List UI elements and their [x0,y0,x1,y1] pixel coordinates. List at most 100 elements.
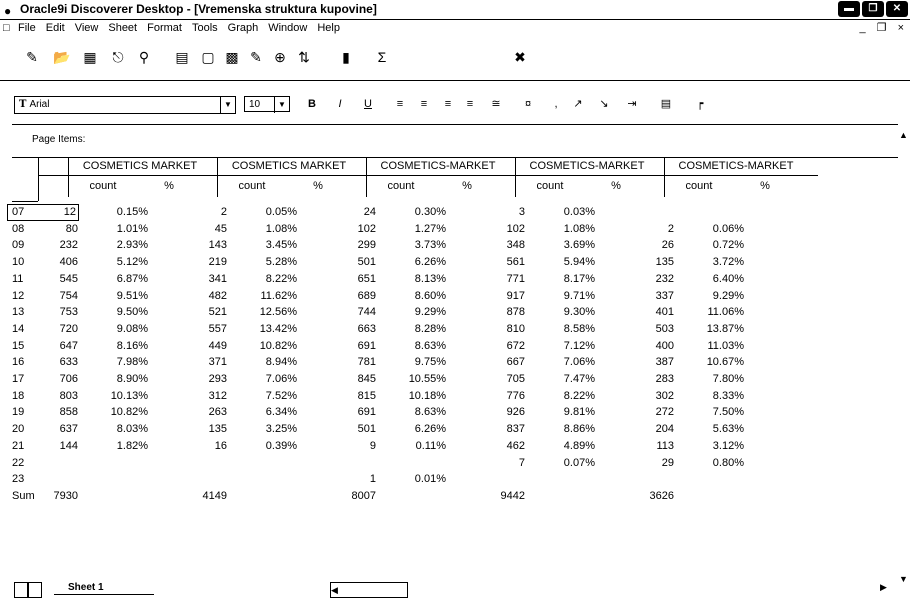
font-size-select[interactable]: 10 ▼ [244,96,290,113]
count-cell[interactable]: 1 [316,472,376,487]
percent-cell[interactable]: 8.13% [386,272,446,287]
close-icon[interactable]: ✕ [886,1,908,17]
count-cell[interactable]: 7930 [18,489,78,504]
percent-cell[interactable]: 0.15% [88,205,148,220]
count-cell[interactable]: 400 [614,339,674,354]
count-cell[interactable]: 102 [316,222,376,237]
percent-cell[interactable]: 0.80% [684,456,744,471]
count-cell[interactable]: 26 [614,238,674,253]
percent-cell[interactable]: 7.50% [684,405,744,420]
count-cell[interactable]: 7 [465,456,525,471]
menu-graph[interactable]: Graph [228,20,259,37]
percent-cell[interactable]: 7.06% [535,355,595,370]
count-cell[interactable]: 781 [316,355,376,370]
percent-cell[interactable]: 0.03% [535,205,595,220]
heading-icon[interactable]: ▤ [658,96,674,112]
percent-cell[interactable]: 0.72% [684,238,744,253]
count-cell[interactable]: 663 [316,322,376,337]
scroll-right-icon[interactable]: ▶ [880,582,887,593]
percent-cell[interactable]: 10.67% [684,355,744,370]
count-cell[interactable]: 633 [18,355,78,370]
wizard-icon[interactable]: ✎ [22,48,42,66]
count-cell[interactable]: 557 [167,322,227,337]
percent-cell[interactable]: 7.80% [684,372,744,387]
count-cell[interactable]: 387 [614,355,674,370]
percent-cell[interactable]: 10.13% [88,389,148,404]
italic-button[interactable]: I [332,96,348,112]
count-cell[interactable]: 545 [18,272,78,287]
cancel-query-icon[interactable]: ✖ [510,48,530,66]
percent-cell[interactable]: 9.81% [535,405,595,420]
percent-cell[interactable]: 12.56% [237,305,297,320]
count-header[interactable]: count [515,180,585,192]
crosstab-icon[interactable]: ▩ [222,48,242,66]
count-cell[interactable]: 24 [316,205,376,220]
align-right-icon[interactable]: ≡ [440,96,456,112]
count-cell[interactable]: 4149 [167,489,227,504]
percent-cell[interactable]: 13.42% [237,322,297,337]
count-cell[interactable]: 401 [614,305,674,320]
menu-edit[interactable]: Edit [46,20,65,37]
count-cell[interactable]: 45 [167,222,227,237]
percent-cell[interactable]: 11.03% [684,339,745,354]
count-cell[interactable]: 691 [316,405,376,420]
percent-cell[interactable]: 8.28% [386,322,446,337]
row-header[interactable]: 22 [12,456,52,471]
menu-window[interactable]: Window [268,20,307,37]
save-icon[interactable]: ▦ [80,48,100,66]
percent-cell[interactable]: 3.73% [386,238,446,253]
count-cell[interactable]: 926 [465,405,525,420]
count-cell[interactable]: 561 [465,255,525,270]
count-cell[interactable]: 462 [465,439,525,454]
count-cell[interactable]: 29 [614,456,674,471]
percent-cell[interactable]: 8.63% [386,405,446,420]
percent-cell[interactable]: 11.06% [684,305,745,320]
currency-icon[interactable]: ¤ [520,96,536,112]
percent-cell[interactable]: 9.29% [386,305,446,320]
query-icon[interactable]: ▤ [172,48,192,66]
sheet-nav-next[interactable] [28,582,42,598]
print-preview-icon[interactable]: ⚲ [134,48,154,66]
align-left-icon[interactable]: ≡ [392,96,408,112]
sheet-tab-1[interactable]: Sheet 1 [54,581,154,595]
percent-cell[interactable]: 4.89% [535,439,595,454]
underline-button[interactable]: U [360,96,376,112]
count-cell[interactable]: 263 [167,405,227,420]
count-cell[interactable]: 144 [18,439,78,454]
print-icon[interactable]: ⎋ [108,48,128,66]
count-cell[interactable]: 744 [316,305,376,320]
count-cell[interactable]: 771 [465,272,525,287]
count-cell[interactable]: 3626 [614,489,674,504]
column-group-header[interactable]: COSMETICS-MARKET [364,160,512,172]
count-cell[interactable]: 815 [316,389,376,404]
row-header[interactable]: 23 [12,472,52,487]
document-icon[interactable]: □ [3,20,10,37]
count-cell[interactable]: 232 [18,238,78,253]
count-cell[interactable]: 283 [614,372,674,387]
table-icon[interactable]: ▢ [198,48,218,66]
percent-cell[interactable]: 7.52% [237,389,297,404]
count-cell[interactable]: 720 [18,322,78,337]
percent-cell[interactable]: 1.01% [88,222,148,237]
percent-cell[interactable]: 9.50% [88,305,148,320]
percent-header[interactable]: % [134,180,204,192]
increase-decimal-icon[interactable]: ↗ [570,96,586,112]
percent-cell[interactable]: 3.72% [684,255,744,270]
menu-help[interactable]: Help [317,20,340,37]
document-controls[interactable]: _ ❐ × [859,20,908,37]
percent-cell[interactable]: 9.51% [88,289,148,304]
count-cell[interactable]: 135 [614,255,674,270]
percent-cell[interactable]: 0.11% [386,439,446,454]
percent-cell[interactable]: 0.39% [237,439,297,454]
menu-tools[interactable]: Tools [192,20,218,37]
percent-cell[interactable]: 0.06% [684,222,744,237]
decrease-decimal-icon[interactable]: ↘ [596,96,612,112]
count-cell[interactable]: 80 [18,222,78,237]
percent-cell[interactable]: 1.27% [386,222,446,237]
percent-cell[interactable]: 8.94% [237,355,297,370]
percent-cell[interactable]: 8.17% [535,272,595,287]
menu-sheet[interactable]: Sheet [108,20,137,37]
percent-cell[interactable]: 5.12% [88,255,148,270]
percent-cell[interactable]: 1.08% [237,222,297,237]
column-group-header[interactable]: COSMETICS MARKET [215,160,363,172]
